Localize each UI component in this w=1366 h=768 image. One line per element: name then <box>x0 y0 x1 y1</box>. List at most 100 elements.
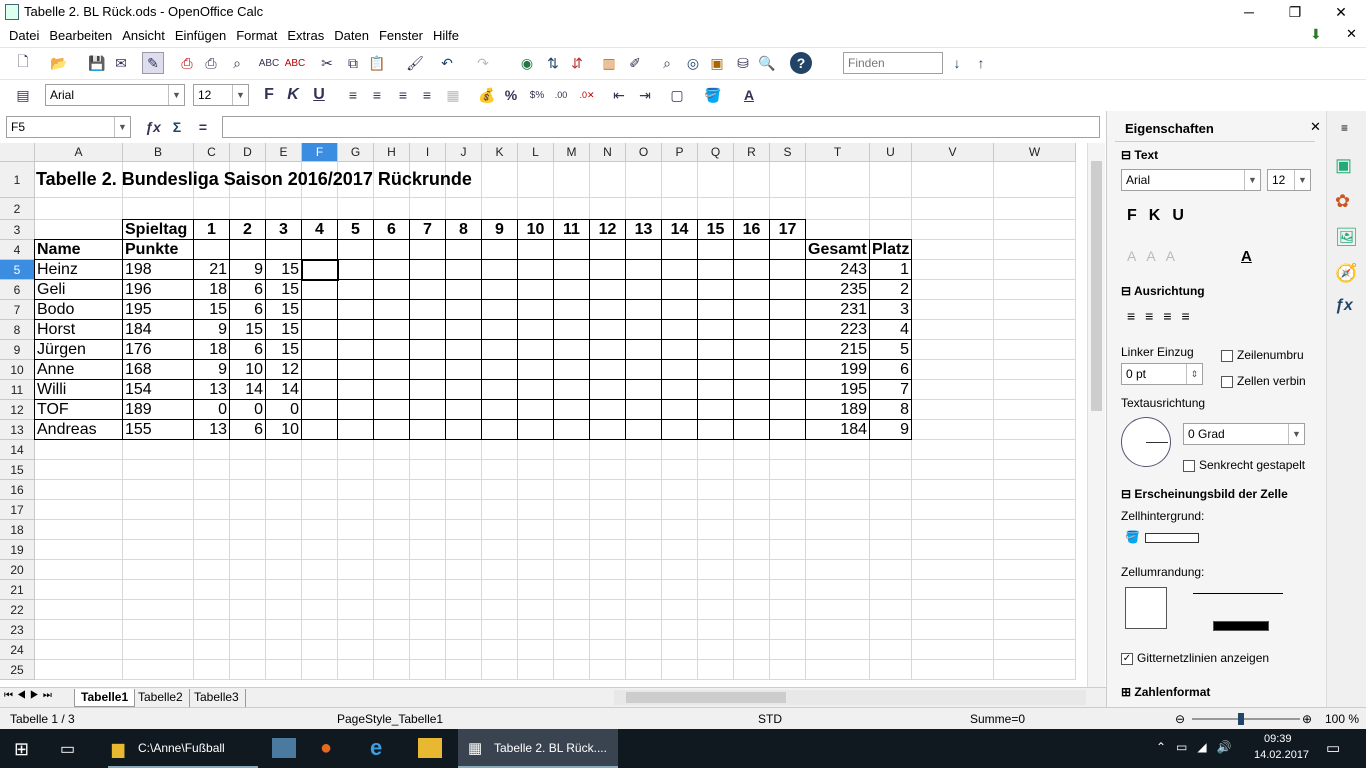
close-document-icon[interactable]: ✕ <box>1346 26 1357 42</box>
cell[interactable] <box>338 580 374 600</box>
cell[interactable] <box>912 400 994 420</box>
cell[interactable] <box>374 560 410 580</box>
cell[interactable] <box>697 279 734 300</box>
matchday-score[interactable]: 6 <box>229 339 266 360</box>
sort-descending-icon[interactable]: ⇵ <box>566 52 588 74</box>
sidebar-size-select[interactable]: 12 ▼ <box>1267 169 1311 191</box>
cell[interactable] <box>870 520 912 540</box>
player-points[interactable]: 154 <box>122 379 194 400</box>
cell[interactable] <box>770 540 806 560</box>
cell[interactable] <box>870 560 912 580</box>
underline-button[interactable]: U <box>308 84 330 106</box>
cell[interactable] <box>517 379 554 400</box>
cell[interactable] <box>482 520 518 540</box>
edit-mode-icon[interactable]: ✎ <box>142 52 164 74</box>
cell[interactable] <box>733 259 770 280</box>
cell[interactable] <box>35 480 123 500</box>
cell[interactable] <box>517 419 554 440</box>
cell[interactable] <box>194 460 230 480</box>
cell[interactable] <box>35 580 123 600</box>
cell[interactable] <box>481 279 518 300</box>
matchday-score[interactable]: 15 <box>265 319 302 340</box>
cell[interactable] <box>994 280 1076 300</box>
cell[interactable] <box>302 600 338 620</box>
row-header-18[interactable]: 18 <box>0 520 35 540</box>
orientation-select[interactable]: 0 Grad ▼ <box>1183 423 1305 445</box>
cell[interactable] <box>446 480 482 500</box>
cell[interactable] <box>517 279 554 300</box>
cell[interactable] <box>734 440 770 460</box>
cell[interactable] <box>994 260 1076 280</box>
cell[interactable] <box>870 620 912 640</box>
cell[interactable] <box>518 620 554 640</box>
player-points[interactable]: 155 <box>122 419 194 440</box>
cell[interactable] <box>194 560 230 580</box>
appearance-section-header[interactable]: ⊟ Erscheinungsbild der Zelle <box>1121 487 1288 501</box>
player-total[interactable]: 184 <box>805 419 870 440</box>
cell[interactable] <box>626 660 662 680</box>
cell[interactable] <box>770 520 806 540</box>
cell[interactable] <box>769 279 806 300</box>
cell[interactable] <box>35 620 123 640</box>
wrap-checkbox[interactable]: Zeilenumbru <box>1221 348 1304 362</box>
cell[interactable] <box>769 399 806 420</box>
cell[interactable] <box>661 259 698 280</box>
sidebar-align-icons[interactable]: ≡≡≡≡ <box>1127 308 1200 324</box>
column-header-p[interactable]: P <box>662 143 698 162</box>
cell[interactable] <box>446 460 482 480</box>
column-header-b[interactable]: B <box>123 143 194 162</box>
cell[interactable] <box>35 220 123 240</box>
cell[interactable] <box>770 480 806 500</box>
cell[interactable] <box>123 600 194 620</box>
cell[interactable] <box>625 339 662 360</box>
cell[interactable] <box>662 660 698 680</box>
navigator-icon[interactable]: ◎ <box>682 52 704 74</box>
cell[interactable] <box>553 359 590 380</box>
cell[interactable] <box>912 420 994 440</box>
cell[interactable] <box>123 440 194 460</box>
taskbar-calc[interactable]: ▦ Tabelle 2. BL Rück.... <box>458 729 618 768</box>
cell[interactable] <box>806 640 870 660</box>
column-header-k[interactable]: K <box>482 143 518 162</box>
cell[interactable] <box>123 580 194 600</box>
cell[interactable] <box>625 379 662 400</box>
cell[interactable] <box>337 299 374 320</box>
cell[interactable] <box>734 162 770 198</box>
cell[interactable] <box>373 239 410 260</box>
cell[interactable] <box>445 419 482 440</box>
cell[interactable] <box>338 500 374 520</box>
cell[interactable] <box>589 239 626 260</box>
cell[interactable] <box>698 500 734 520</box>
cell[interactable] <box>373 399 410 420</box>
close-button[interactable]: ✕ <box>1318 0 1364 24</box>
functions-deck-icon[interactable]: ƒx <box>1335 297 1353 315</box>
cell[interactable] <box>994 300 1076 320</box>
zoom-level[interactable]: 100 % <box>1325 712 1359 726</box>
cell[interactable] <box>994 340 1076 360</box>
cell[interactable] <box>337 259 374 280</box>
cell[interactable] <box>994 520 1076 540</box>
cell[interactable] <box>445 319 482 340</box>
cell[interactable] <box>770 440 806 460</box>
cell[interactable] <box>554 600 590 620</box>
matchday-score[interactable]: 15 <box>265 299 302 320</box>
cell[interactable] <box>517 339 554 360</box>
cell[interactable] <box>770 560 806 580</box>
undo-icon[interactable]: ↶ <box>436 52 458 74</box>
cell[interactable] <box>698 460 734 480</box>
line-style-picker[interactable] <box>1193 593 1283 594</box>
cell[interactable] <box>554 620 590 640</box>
cell[interactable] <box>870 220 912 240</box>
cell[interactable] <box>446 580 482 600</box>
cell[interactable] <box>374 460 410 480</box>
cell[interactable] <box>518 162 554 198</box>
cell[interactable] <box>625 319 662 340</box>
cell[interactable] <box>769 419 806 440</box>
borders-icon[interactable]: ▢ <box>666 84 688 106</box>
cell[interactable] <box>409 259 446 280</box>
matchday-header[interactable]: 13 <box>625 219 662 240</box>
matchday-score[interactable]: 0 <box>265 399 302 420</box>
matchday-score[interactable]: 15 <box>265 259 302 280</box>
cell[interactable] <box>410 198 446 220</box>
cell[interactable] <box>733 379 770 400</box>
